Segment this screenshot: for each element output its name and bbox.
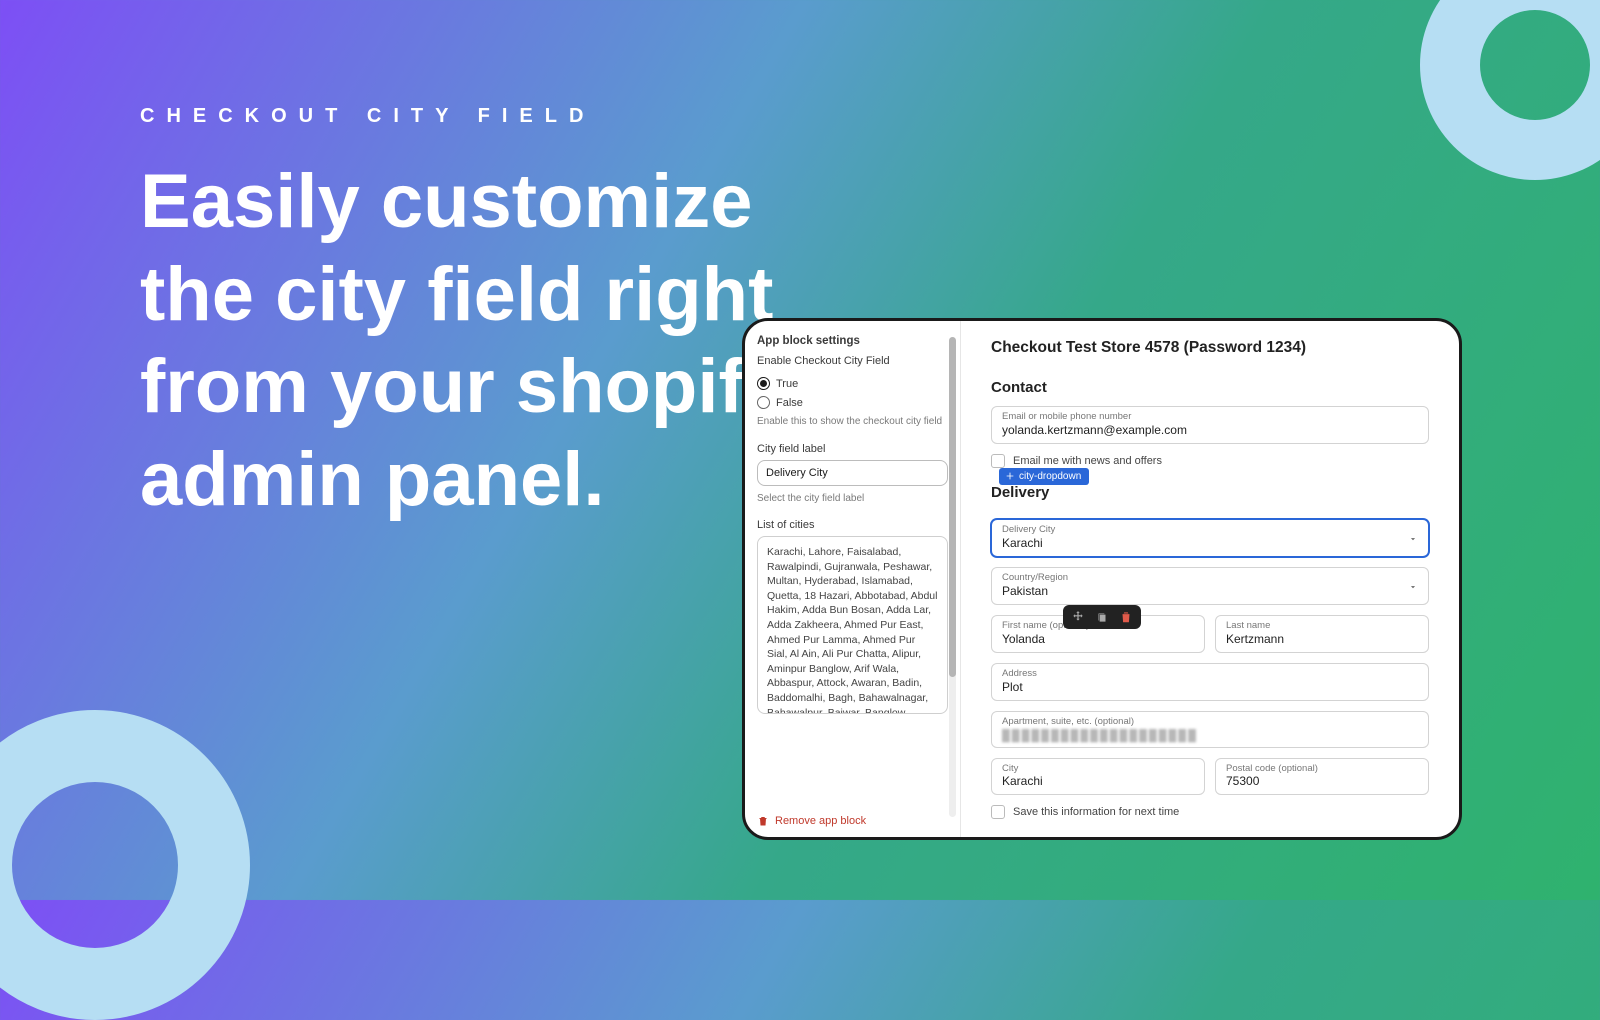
country-value: Pakistan [1002,584,1048,598]
badge-text: city-dropdown [1019,471,1081,482]
list-of-cities-heading: List of cities [757,519,948,531]
radio-true[interactable] [757,377,770,390]
city-field-label-help: Select the city field label [757,492,948,506]
settings-panel: App block settings Enable Checkout City … [745,321,960,837]
news-checkbox-row[interactable]: Email me with news and offers [991,454,1429,468]
delivery-city-select[interactable]: Delivery City Karachi [991,519,1429,557]
delivery-heading: Delivery [991,484,1429,501]
remove-app-block-button[interactable]: Remove app block [757,815,866,827]
postal-field[interactable]: Postal code (optional) 75300 [1215,758,1429,796]
postal-value: 75300 [1226,774,1259,788]
radio-false-row[interactable]: False [757,396,948,409]
block-toolbar[interactable] [1063,605,1141,629]
cities-textarea[interactable]: Karachi, Lahore, Faisalabad, Rawalpindi,… [757,536,948,714]
save-info-label: Save this information for next time [1013,806,1179,818]
settings-title: App block settings [757,335,948,347]
headline-text: Easily customize the city field right fr… [140,156,840,527]
checkout-preview: Checkout Test Store 4578 (Password 1234)… [960,321,1459,837]
address-value: Plot [1002,680,1023,694]
apartment-field[interactable]: Apartment, suite, etc. (optional) ██████… [991,711,1429,748]
enable-label: Enable Checkout City Field [757,355,948,367]
apartment-value-redacted: ████████████████████ [1002,730,1198,742]
eyebrow-text: CHECKOUT CITY FIELD [140,105,840,128]
city-field-label-input[interactable] [757,460,948,486]
delete-icon[interactable] [1119,610,1133,624]
enable-help: Enable this to show the checkout city fi… [757,415,948,429]
delivery-section: Delivery city-dropdown Delivery City Kar… [991,484,1429,820]
city-field-label-heading: City field label [757,443,948,455]
country-label: Country/Region [1002,573,1418,584]
delivery-city-label: Delivery City [1002,525,1418,536]
badge-icon [1005,471,1015,481]
trash-icon [757,815,769,827]
save-info-row[interactable]: Save this information for next time [991,805,1429,819]
app-preview-window: App block settings Enable Checkout City … [742,318,1462,840]
remove-label: Remove app block [775,815,866,827]
news-label: Email me with news and offers [1013,455,1162,467]
address-field[interactable]: Address Plot [991,663,1429,701]
city-dropdown-badge[interactable]: city-dropdown [999,468,1089,485]
radio-true-row[interactable]: True [757,377,948,390]
email-field[interactable]: Email or mobile phone number yolanda.ker… [991,406,1429,444]
email-label: Email or mobile phone number [1002,412,1418,423]
last-name-value: Kertzmann [1226,632,1284,646]
decor-ring-top-right [1420,0,1600,180]
country-select[interactable]: Country/Region Pakistan [991,567,1429,605]
chevron-down-icon [1408,581,1418,591]
radio-true-label: True [776,378,798,390]
last-name-label: Last name [1226,621,1418,632]
email-value: yolanda.kertzmann@example.com [1002,423,1187,437]
radio-false-label: False [776,397,803,409]
decor-ring-bottom-left [0,710,250,1020]
duplicate-icon[interactable] [1095,610,1109,624]
delivery-city-value: Karachi [1002,536,1043,550]
apartment-label: Apartment, suite, etc. (optional) [1002,717,1418,728]
city-field[interactable]: City Karachi [991,758,1205,796]
radio-false[interactable] [757,396,770,409]
news-checkbox[interactable] [991,454,1005,468]
city-value: Karachi [1002,774,1043,788]
postal-label: Postal code (optional) [1226,764,1418,775]
last-name-field[interactable]: Last name Kertzmann [1215,615,1429,653]
move-icon[interactable] [1071,610,1085,624]
city-label: City [1002,764,1194,775]
save-info-checkbox[interactable] [991,805,1005,819]
settings-scrollbar-thumb[interactable] [949,337,956,677]
contact-heading: Contact [991,379,1429,396]
store-title: Checkout Test Store 4578 (Password 1234) [991,339,1429,357]
chevron-down-icon [1408,533,1418,543]
marketing-copy: CHECKOUT CITY FIELD Easily customize the… [140,105,840,527]
address-label: Address [1002,669,1418,680]
first-name-value: Yolanda [1002,632,1045,646]
